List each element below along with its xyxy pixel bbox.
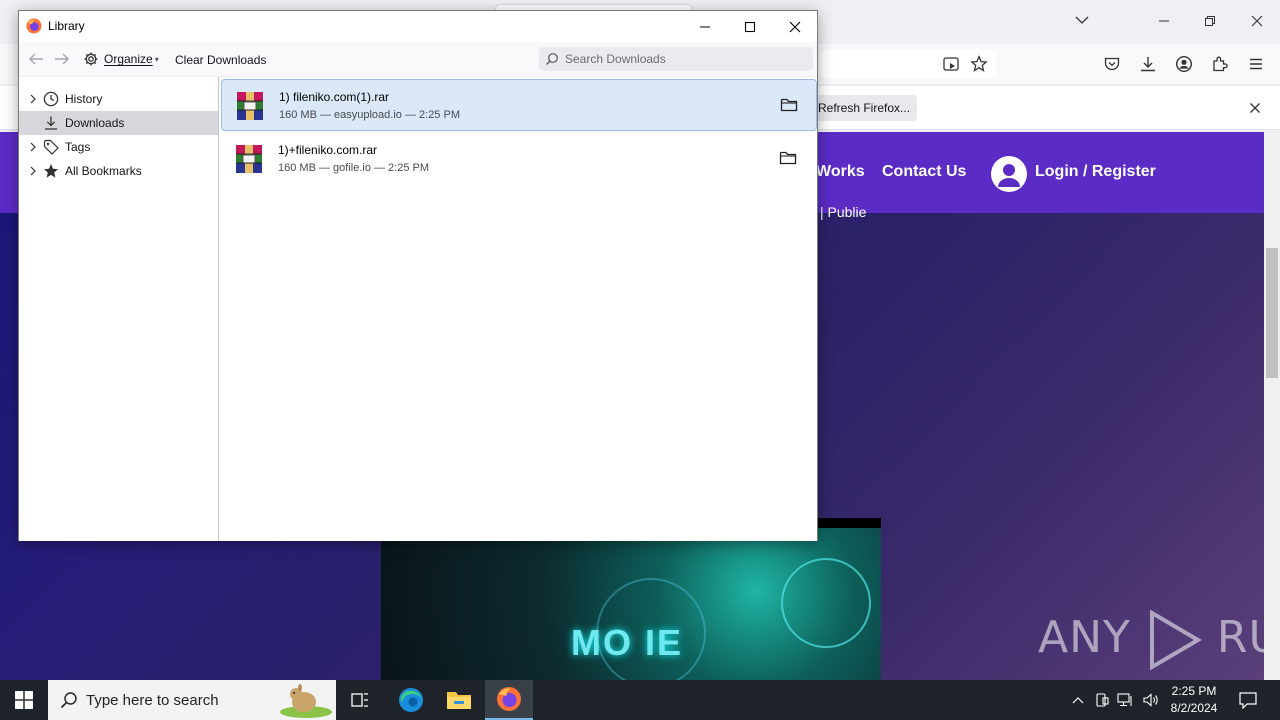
video-globe-shape	[781, 558, 871, 648]
download-item[interactable]: 1)+fileniko.com.rar 160 MB — gofile.io —…	[221, 133, 817, 185]
taskbar-search-placeholder: Type here to search	[86, 691, 219, 709]
watermark-right-text: RUN	[1216, 612, 1264, 663]
sidebar-item-history[interactable]: History	[19, 87, 218, 111]
library-sidebar: History Downloads Tags All Bookmarks	[19, 77, 219, 541]
search-downloads-box[interactable]	[539, 47, 813, 71]
open-folder-icon[interactable]	[777, 148, 799, 168]
clear-downloads-button[interactable]: Clear Downloads	[175, 53, 266, 67]
taskbar-search-box[interactable]: Type here to search	[48, 680, 336, 720]
reader-view-icon[interactable]	[941, 54, 961, 74]
browser-minimize-icon[interactable]	[1151, 8, 1177, 34]
library-minimize-icon[interactable]	[682, 11, 728, 42]
library-toolbar: Organize ▾ Clear Downloads	[19, 42, 817, 76]
sidebar-item-label: All Bookmarks	[65, 164, 142, 178]
sidebar-item-label: History	[65, 92, 103, 106]
tray-overflow-chevron-icon[interactable]	[1068, 690, 1088, 710]
user-avatar-icon[interactable]	[991, 156, 1027, 192]
browser-restore-icon[interactable]	[1197, 8, 1223, 34]
library-maximize-icon[interactable]	[727, 11, 773, 42]
organize-chevron-icon: ▾	[154, 54, 159, 64]
clock-date: 8/2/2024	[1170, 701, 1218, 715]
sidebar-item-label: Tags	[65, 140, 91, 154]
volume-icon[interactable]	[1141, 690, 1161, 710]
device-icon[interactable]	[1092, 690, 1112, 710]
task-view-icon[interactable]	[336, 680, 384, 720]
firefox-logo-icon	[26, 18, 42, 34]
winrar-archive-icon	[236, 145, 262, 173]
windows-logo-icon	[15, 691, 33, 709]
downloads-list: 1) fileniko.com(1).rar 160 MB — easyuplo…	[219, 77, 817, 541]
video-title-text: MO IE	[571, 622, 684, 663]
refresh-firefox-button[interactable]: Refresh Firefox...	[815, 95, 917, 121]
sidebar-item-downloads[interactable]: Downloads	[19, 111, 218, 135]
organize-label: Organize	[104, 52, 153, 66]
network-icon[interactable]	[1116, 690, 1136, 710]
download-item[interactable]: 1) fileniko.com(1).rar 160 MB — easyuplo…	[221, 79, 817, 131]
download-icon	[43, 115, 59, 131]
library-close-icon[interactable]	[772, 11, 818, 42]
expand-chevron-icon[interactable]	[27, 166, 39, 176]
tag-icon	[43, 139, 59, 155]
site-subtext: | Publie	[820, 204, 867, 220]
sidebar-item-all-bookmarks[interactable]: All Bookmarks	[19, 159, 218, 183]
bookmark-star-icon[interactable]	[969, 54, 989, 74]
browser-close-icon[interactable]	[1244, 8, 1270, 34]
notification-close-icon[interactable]	[1245, 98, 1265, 118]
windows-taskbar: Type here to search 2:25 PM 8/2/2024	[0, 680, 1280, 720]
tab-list-chevron-icon[interactable]	[1072, 10, 1092, 30]
back-arrow-icon[interactable]	[26, 50, 46, 68]
nav-link-works[interactable]: Works	[816, 163, 865, 181]
download-file-meta: 160 MB — easyupload.io — 2:25 PM	[279, 109, 460, 121]
search-icon	[546, 53, 558, 65]
clock-icon	[43, 91, 59, 107]
star-icon	[43, 163, 59, 179]
search-downloads-input[interactable]	[565, 52, 805, 66]
watermark-play-icon	[1149, 610, 1202, 670]
nav-link-login-register[interactable]: Login / Register	[1035, 163, 1156, 181]
download-file-name: 1) fileniko.com(1).rar	[279, 90, 390, 104]
action-center-icon[interactable]	[1236, 688, 1260, 712]
forward-arrow-icon[interactable]	[52, 50, 72, 68]
file-explorer-icon[interactable]	[435, 680, 483, 720]
download-file-name: 1)+fileniko.com.rar	[278, 143, 378, 157]
expand-chevron-icon[interactable]	[27, 94, 39, 104]
expand-chevron-icon[interactable]	[27, 142, 39, 152]
extensions-icon[interactable]	[1210, 54, 1230, 74]
firefox-icon[interactable]	[485, 680, 533, 720]
open-folder-icon[interactable]	[778, 95, 800, 115]
pocket-icon[interactable]	[1102, 54, 1122, 74]
gear-icon	[84, 52, 98, 66]
anyrun-watermark: ANY RUN	[1038, 610, 1264, 670]
watermark-left-text: ANY	[1038, 612, 1131, 663]
windows-start-button[interactable]	[0, 680, 48, 720]
library-window: Library Organize ▾ Clear Downloads Searc…	[18, 10, 818, 541]
video-thumbnail[interactable]: MO IE	[381, 518, 881, 680]
nav-link-contact-us[interactable]: Contact Us	[882, 163, 966, 181]
downloads-icon[interactable]	[1138, 54, 1158, 74]
taskbar-clock[interactable]: 2:25 PM 8/2/2024	[1160, 683, 1228, 717]
library-title: Library	[48, 19, 85, 33]
clock-time: 2:25 PM	[1171, 684, 1217, 698]
search-icon	[60, 691, 78, 709]
sidebar-item-label: Downloads	[65, 116, 125, 130]
page-scrollbar-thumb[interactable]	[1266, 248, 1278, 378]
library-titlebar: Library	[19, 11, 817, 42]
download-file-meta: 160 MB — gofile.io — 2:25 PM	[278, 162, 430, 174]
account-icon[interactable]	[1174, 54, 1194, 74]
organize-button[interactable]: Organize ▾	[83, 49, 159, 69]
menu-hamburger-icon[interactable]	[1246, 54, 1266, 74]
search-highlight-doodle-icon	[280, 684, 332, 718]
page-scrollbar[interactable]	[1264, 132, 1280, 680]
edge-icon[interactable]	[387, 680, 435, 720]
winrar-archive-icon	[237, 92, 263, 120]
sidebar-item-tags[interactable]: Tags	[19, 135, 218, 159]
